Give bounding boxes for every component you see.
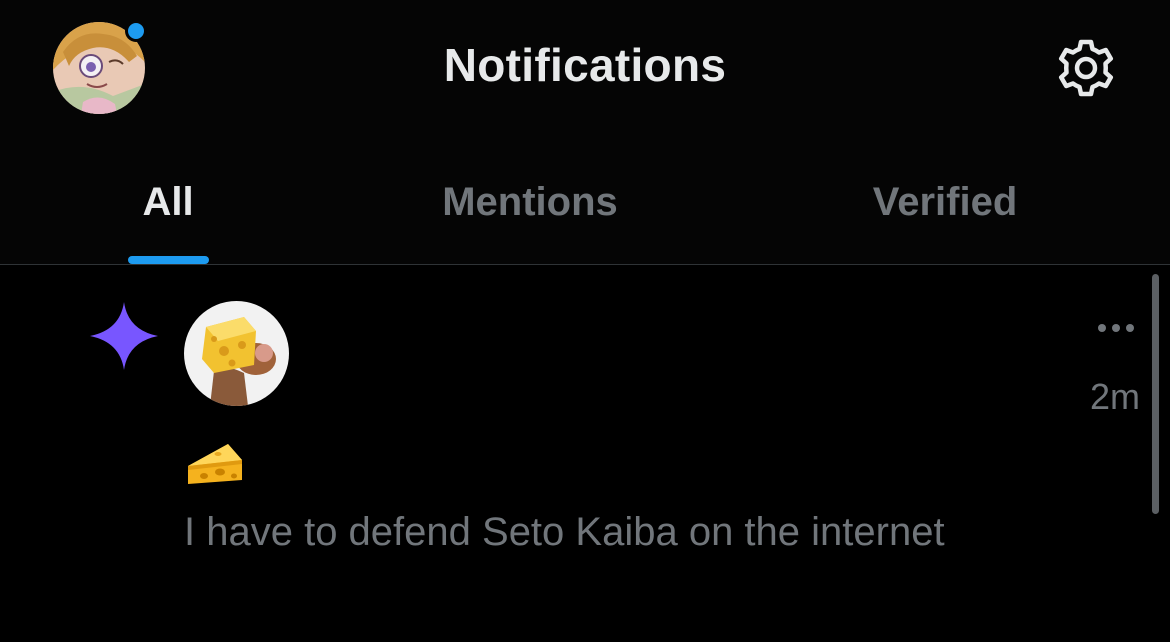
- active-tab-indicator: [128, 256, 209, 264]
- scrollbar[interactable]: [1152, 274, 1159, 514]
- more-horizontal-icon[interactable]: [1092, 316, 1140, 340]
- notification-avatar[interactable]: [184, 301, 289, 406]
- gear-icon[interactable]: [1054, 36, 1118, 100]
- tab-bar: All Mentions Verified: [0, 140, 1170, 265]
- notification-feed: [0, 265, 1170, 642]
- notification-post-text[interactable]: I have to defend Seto Kaiba on the inter…: [184, 510, 945, 555]
- cheese-wedge-icon: [184, 440, 246, 486]
- tab-verified[interactable]: Verified: [830, 140, 1060, 264]
- tab-mentions[interactable]: Mentions: [400, 140, 660, 264]
- sparkle-icon: [88, 300, 160, 372]
- page-title: Notifications: [443, 39, 727, 91]
- notification-timestamp: 2m: [1089, 376, 1140, 417]
- tab-all[interactable]: All: [88, 140, 248, 264]
